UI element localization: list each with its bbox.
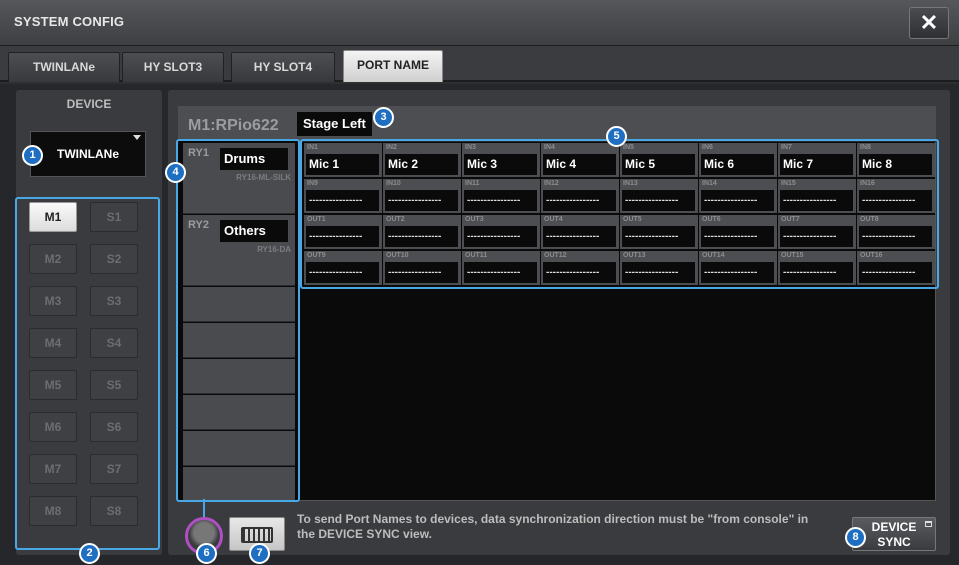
close-button[interactable]: ✕: [909, 7, 949, 39]
tab-hy-slot3[interactable]: HY SLOT3: [122, 52, 224, 82]
slot-button-s7[interactable]: S7: [90, 454, 138, 484]
tab-twinlane[interactable]: TWINLANe: [8, 52, 120, 82]
system-config-window: SYSTEM CONFIG ✕ TWINLANe HY SLOT3 HY SLO…: [0, 0, 959, 565]
slot-button-m4[interactable]: M4: [29, 328, 77, 358]
slot-button-m8[interactable]: M8: [29, 496, 77, 526]
tab-port-name[interactable]: PORT NAME: [343, 50, 443, 82]
rack-name: M1:RPio622: [188, 117, 279, 134]
callout-badge-8: 8: [845, 527, 866, 548]
tab-hy-slot4[interactable]: HY SLOT4: [231, 52, 335, 82]
slot-button-m3[interactable]: M3: [29, 286, 77, 316]
callout-badge-6: 6: [196, 543, 217, 564]
slot-button-m5[interactable]: M5: [29, 370, 77, 400]
knob-link-line: [203, 499, 205, 519]
callout-badge-1: 1: [22, 145, 43, 166]
callout-badge-7: 7: [249, 543, 270, 564]
info-message: To send Port Names to devices, data sync…: [297, 512, 809, 541]
slot-button-s6[interactable]: S6: [90, 412, 138, 442]
slot-button-m1[interactable]: M1: [29, 202, 77, 232]
callout-badge-4: 4: [165, 162, 186, 183]
slot-button-s8[interactable]: S8: [90, 496, 138, 526]
slot-button-s4[interactable]: S4: [90, 328, 138, 358]
port-grid-highlight-frame: [300, 139, 939, 289]
rack-header: [178, 106, 936, 142]
window-title: SYSTEM CONFIG: [14, 14, 125, 29]
dropdown-arrow-icon: [133, 135, 141, 140]
callout-badge-5: 5: [606, 126, 627, 147]
slot-button-m7[interactable]: M7: [29, 454, 77, 484]
title-bar: SYSTEM CONFIG ✕: [0, 0, 959, 46]
slot-button-m6[interactable]: M6: [29, 412, 77, 442]
tab-bar: TWINLANe HY SLOT3 HY SLOT4 PORT NAME: [0, 46, 959, 82]
callout-badge-2: 2: [79, 543, 100, 564]
callout-badge-3: 3: [373, 107, 394, 128]
slot-button-s2[interactable]: S2: [90, 244, 138, 274]
device-label: DEVICE: [66, 97, 112, 111]
slot-button-s1[interactable]: S1: [90, 202, 138, 232]
device-selector[interactable]: TWINLANe: [30, 131, 146, 177]
popup-icon: [925, 521, 932, 527]
slot-button-s5[interactable]: S5: [90, 370, 138, 400]
slot-button-s3[interactable]: S3: [90, 286, 138, 316]
rack-port-name-field[interactable]: Stage Left: [297, 112, 372, 136]
keyboard-icon: [241, 527, 273, 543]
slot-button-m2[interactable]: M2: [29, 244, 77, 274]
device-list-highlight-frame: [176, 139, 300, 502]
device-selected-value: TWINLANe: [57, 147, 119, 161]
